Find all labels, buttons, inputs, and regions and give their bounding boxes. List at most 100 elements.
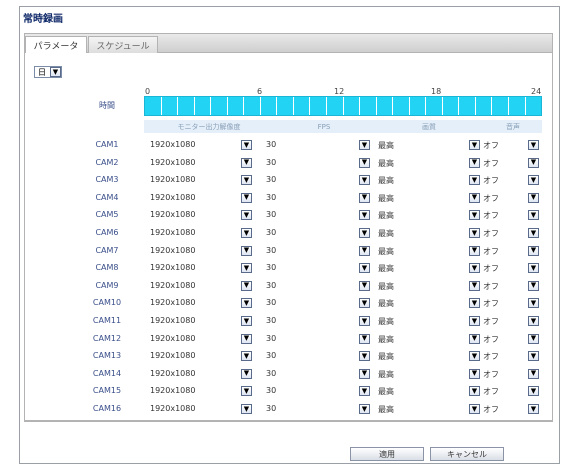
quality-value[interactable]: 最高 — [378, 298, 394, 309]
time-segment[interactable] — [228, 97, 245, 115]
chevron-down-icon[interactable]: ▼ — [528, 192, 539, 203]
fps-value[interactable]: 30 — [266, 334, 276, 343]
chevron-down-icon[interactable]: ▼ — [359, 140, 370, 150]
chevron-down-icon[interactable]: ▼ — [241, 386, 252, 397]
time-segment[interactable] — [509, 97, 526, 115]
chevron-down-icon[interactable]: ▼ — [359, 210, 370, 221]
time-segment[interactable] — [426, 97, 443, 115]
chevron-down-icon[interactable]: ▼ — [241, 175, 252, 186]
quality-value[interactable]: 最高 — [378, 316, 394, 327]
fps-value[interactable]: 30 — [266, 140, 276, 149]
audio-value[interactable]: オフ — [483, 404, 499, 415]
resolution-value[interactable]: 1920x1080 — [150, 210, 195, 219]
chevron-down-icon[interactable]: ▼ — [528, 157, 539, 168]
resolution-value[interactable]: 1920x1080 — [150, 158, 195, 167]
chevron-down-icon[interactable]: ▼ — [359, 175, 370, 186]
quality-value[interactable]: 最高 — [378, 351, 394, 362]
time-segment[interactable] — [145, 97, 162, 115]
audio-value[interactable]: オフ — [483, 140, 499, 151]
fps-value[interactable]: 30 — [266, 369, 276, 378]
resolution-value[interactable]: 1920x1080 — [150, 316, 195, 325]
chevron-down-icon[interactable]: ▼ — [50, 67, 61, 77]
fps-value[interactable]: 30 — [266, 351, 276, 360]
fps-value[interactable]: 30 — [266, 316, 276, 325]
audio-value[interactable]: オフ — [483, 175, 499, 186]
chevron-down-icon[interactable]: ▼ — [528, 175, 539, 186]
chevron-down-icon[interactable]: ▼ — [359, 192, 370, 203]
time-segment[interactable] — [393, 97, 410, 115]
chevron-down-icon[interactable]: ▼ — [241, 333, 252, 344]
tab-schedule[interactable]: スケジュール — [88, 36, 158, 54]
chevron-down-icon[interactable]: ▼ — [469, 157, 480, 168]
time-segment[interactable] — [526, 97, 542, 115]
quality-value[interactable]: 最高 — [378, 386, 394, 397]
audio-value[interactable]: オフ — [483, 281, 499, 292]
chevron-down-icon[interactable]: ▼ — [528, 298, 539, 309]
chevron-down-icon[interactable]: ▼ — [469, 280, 480, 291]
audio-value[interactable]: オフ — [483, 263, 499, 274]
time-segment[interactable] — [310, 97, 328, 115]
fps-value[interactable]: 30 — [266, 298, 276, 307]
chevron-down-icon[interactable]: ▼ — [359, 280, 370, 291]
fps-value[interactable]: 30 — [266, 193, 276, 202]
time-segment[interactable] — [277, 97, 294, 115]
fps-value[interactable]: 30 — [266, 210, 276, 219]
chevron-down-icon[interactable]: ▼ — [469, 386, 480, 397]
fps-value[interactable]: 30 — [266, 281, 276, 290]
chevron-down-icon[interactable]: ▼ — [528, 368, 539, 379]
audio-value[interactable]: オフ — [483, 228, 499, 239]
time-segment[interactable] — [162, 97, 179, 115]
chevron-down-icon[interactable]: ▼ — [241, 245, 252, 256]
fps-value[interactable]: 30 — [266, 228, 276, 237]
time-segment[interactable] — [195, 97, 212, 115]
time-segment[interactable] — [294, 97, 311, 115]
resolution-value[interactable]: 1920x1080 — [150, 281, 195, 290]
time-segment[interactable] — [459, 97, 476, 115]
chevron-down-icon[interactable]: ▼ — [241, 298, 252, 309]
resolution-value[interactable]: 1920x1080 — [150, 193, 195, 202]
chevron-down-icon[interactable]: ▼ — [241, 192, 252, 203]
resolution-value[interactable]: 1920x1080 — [150, 386, 195, 395]
fps-value[interactable]: 30 — [266, 386, 276, 395]
time-segment[interactable] — [211, 97, 228, 115]
chevron-down-icon[interactable]: ▼ — [528, 228, 539, 238]
chevron-down-icon[interactable]: ▼ — [359, 368, 370, 379]
resolution-value[interactable]: 1920x1080 — [150, 334, 195, 343]
chevron-down-icon[interactable]: ▼ — [359, 263, 370, 274]
time-segment[interactable] — [327, 97, 344, 115]
quality-value[interactable]: 最高 — [378, 281, 394, 292]
audio-value[interactable]: オフ — [483, 351, 499, 362]
time-segment[interactable] — [410, 97, 427, 115]
chevron-down-icon[interactable]: ▼ — [469, 404, 480, 414]
chevron-down-icon[interactable]: ▼ — [528, 316, 539, 326]
chevron-down-icon[interactable]: ▼ — [241, 263, 252, 274]
chevron-down-icon[interactable]: ▼ — [241, 228, 252, 238]
chevron-down-icon[interactable]: ▼ — [469, 333, 480, 344]
fps-value[interactable]: 30 — [266, 246, 276, 255]
chevron-down-icon[interactable]: ▼ — [469, 263, 480, 274]
fps-value[interactable]: 30 — [266, 263, 276, 272]
chevron-down-icon[interactable]: ▼ — [469, 140, 480, 150]
chevron-down-icon[interactable]: ▼ — [359, 333, 370, 344]
time-segment[interactable] — [178, 97, 195, 115]
chevron-down-icon[interactable]: ▼ — [359, 228, 370, 238]
chevron-down-icon[interactable]: ▼ — [359, 157, 370, 168]
chevron-down-icon[interactable]: ▼ — [528, 210, 539, 221]
time-segment[interactable] — [476, 97, 493, 115]
chevron-down-icon[interactable]: ▼ — [469, 298, 480, 309]
audio-value[interactable]: オフ — [483, 210, 499, 221]
chevron-down-icon[interactable]: ▼ — [241, 280, 252, 291]
time-segment[interactable] — [443, 97, 460, 115]
quality-value[interactable]: 最高 — [378, 175, 394, 186]
recording-time-bar[interactable] — [144, 96, 542, 116]
chevron-down-icon[interactable]: ▼ — [241, 140, 252, 150]
time-segment[interactable] — [377, 97, 394, 115]
chevron-down-icon[interactable]: ▼ — [528, 351, 539, 362]
chevron-down-icon[interactable]: ▼ — [528, 280, 539, 291]
chevron-down-icon[interactable]: ▼ — [359, 316, 370, 326]
chevron-down-icon[interactable]: ▼ — [528, 140, 539, 150]
resolution-value[interactable]: 1920x1080 — [150, 246, 195, 255]
quality-value[interactable]: 最高 — [378, 158, 394, 169]
chevron-down-icon[interactable]: ▼ — [469, 316, 480, 326]
time-segment[interactable] — [492, 97, 510, 115]
